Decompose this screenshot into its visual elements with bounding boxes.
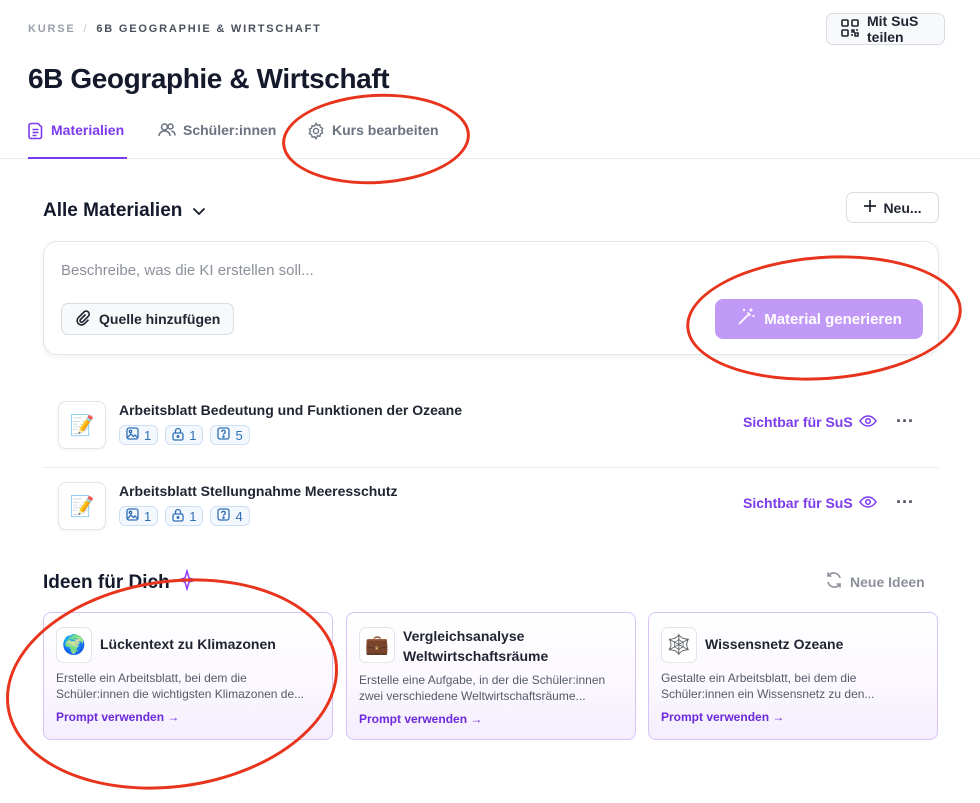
images-badge: 1	[119, 506, 159, 526]
visibility-toggle[interactable]: Sichtbar für SuS	[743, 495, 877, 511]
new-material-button[interactable]: Neu...	[846, 192, 939, 223]
question-icon	[217, 508, 231, 524]
use-prompt-link[interactable]: Prompt verwenden →	[56, 710, 179, 724]
materials-filter-dropdown[interactable]: Alle Materialien	[43, 200, 206, 222]
tab-students[interactable]: Schüler:innen	[158, 122, 276, 159]
idea-description-line: Erstelle eine Aufgabe, in der die Schüle…	[359, 673, 606, 687]
plus-icon	[863, 199, 877, 216]
magic-wand-icon	[736, 307, 756, 331]
idea-description-line: Schüler:innen ein Wissensnetz zu den...	[661, 687, 875, 701]
idea-title: Wissensnetz Ozeane	[705, 636, 844, 652]
question-icon	[217, 427, 231, 443]
idea-description: Erstelle eine Aufgabe, in der die Schüle…	[359, 672, 629, 704]
tab-materials[interactable]: Materialien	[28, 122, 127, 159]
tab-label: Schüler:innen	[183, 122, 277, 138]
material-title[interactable]: Arbeitsblatt Bedeutung und Funktionen de…	[119, 402, 462, 418]
course-tabs: Materialien Schüler:innen Kurs bearbeite…	[0, 112, 980, 159]
tab-label: Kurs bearbeiten	[332, 122, 439, 138]
eye-icon	[858, 414, 877, 430]
locked-count: 1	[189, 508, 197, 524]
tab-edit-course[interactable]: Kurs bearbeiten	[307, 122, 439, 159]
materials-section-title: Alle Materialien	[43, 200, 183, 221]
visibility-label: Sichtbar für SuS	[743, 495, 853, 511]
breadcrumb: KURSE / 6B GEOGRAPHIE & WIRTSCHAFT	[28, 23, 322, 35]
material-badges: 1 1 5	[119, 425, 250, 445]
tab-label: Materialien	[51, 122, 125, 138]
more-options-icon[interactable]: ···	[896, 411, 914, 432]
generate-button-label: Material generieren	[764, 310, 902, 328]
idea-card[interactable]: 💼 Vergleichsanalyse Weltwirtschaftsräume…	[346, 612, 636, 740]
breadcrumb-current: 6B GEOGRAPHIE & WIRTSCHAFT	[96, 23, 322, 35]
new-button-label: Neu...	[883, 199, 922, 216]
idea-description-line: Schüler:innen die wichtigsten Klimazonen…	[56, 687, 305, 701]
idea-title: Vergleichsanalyse Weltwirtschaftsräume	[403, 626, 548, 666]
breadcrumb-separator: /	[83, 23, 89, 35]
questions-count: 4	[235, 508, 243, 524]
questions-count: 5	[235, 427, 243, 443]
idea-title: Lückentext zu Klimazonen	[100, 636, 276, 652]
questions-badge: 5	[210, 425, 250, 445]
new-ideas-button[interactable]: Neue Ideen	[824, 570, 925, 593]
visibility-toggle[interactable]: Sichtbar für SuS	[743, 414, 877, 430]
idea-description-line: Erstelle ein Arbeitsblatt, bei dem die	[56, 671, 247, 685]
share-with-students-button[interactable]: Mit SuS teilen	[826, 13, 945, 45]
globe-icon: 🌍	[56, 627, 92, 663]
images-badge: 1	[119, 425, 159, 445]
users-icon	[158, 122, 176, 141]
lock-icon	[172, 427, 184, 444]
use-prompt-link[interactable]: Prompt verwenden →	[661, 710, 784, 724]
material-title[interactable]: Arbeitsblatt Stellungnahme Meeresschutz	[119, 483, 398, 499]
memo-icon: 📝	[58, 482, 106, 530]
idea-title-line: Weltwirtschaftsräume	[403, 648, 549, 664]
chevron-down-icon	[192, 200, 206, 222]
document-icon	[28, 122, 44, 143]
ideas-title-text: Ideen für Dich	[43, 572, 170, 593]
briefcase-icon: 💼	[359, 627, 395, 663]
idea-description: Erstelle ein Arbeitsblatt, bei dem die S…	[56, 670, 326, 702]
image-icon	[126, 427, 139, 443]
image-icon	[126, 508, 139, 524]
paperclip-icon	[75, 309, 91, 329]
idea-card[interactable]: 🌍 Lückentext zu Klimazonen Erstelle ein …	[43, 612, 333, 740]
idea-description: Gestalte ein Arbeitsblatt, bei dem die S…	[661, 670, 931, 702]
spider-web-icon: 🕸️	[661, 627, 697, 663]
idea-description-line: Gestalte ein Arbeitsblatt, bei dem die	[661, 671, 857, 685]
more-options-icon[interactable]: ···	[896, 492, 914, 513]
eye-icon	[858, 495, 877, 511]
material-row[interactable]: 📝 Arbeitsblatt Bedeutung und Funktionen …	[43, 388, 939, 468]
page-title: 6B Geographie & Wirtschaft	[28, 63, 390, 94]
use-prompt-link[interactable]: Prompt verwenden →	[359, 712, 482, 726]
idea-title-line: Vergleichsanalyse	[403, 628, 525, 644]
generate-material-button[interactable]: Material generieren	[715, 299, 923, 339]
new-ideas-label: Neue Ideen	[850, 573, 925, 590]
locked-count: 1	[189, 427, 197, 443]
questions-badge: 4	[210, 506, 250, 526]
add-source-label: Quelle hinzufügen	[99, 311, 221, 327]
ai-prompt-box: Beschreibe, was die KI erstellen soll...…	[43, 241, 939, 355]
lock-icon	[172, 508, 184, 525]
ideas-section-title: Ideen für Dich	[43, 568, 199, 597]
idea-description-line: zwei verschiedene Weltwirtschaftsräume..…	[359, 689, 586, 703]
material-badges: 1 1 4	[119, 506, 250, 526]
qr-code-icon	[840, 18, 860, 41]
refresh-icon	[824, 570, 844, 593]
memo-icon: 📝	[58, 401, 106, 449]
breadcrumb-root[interactable]: KURSE	[28, 23, 76, 35]
gear-icon	[307, 122, 325, 143]
idea-card[interactable]: 🕸️ Wissensnetz Ozeane Gestalte ein Arbei…	[648, 612, 938, 740]
material-row[interactable]: 📝 Arbeitsblatt Stellungnahme Meeresschut…	[43, 469, 939, 549]
locked-badge: 1	[165, 425, 204, 445]
images-count: 1	[144, 427, 152, 443]
ai-prompt-input[interactable]: Beschreibe, was die KI erstellen soll...	[61, 262, 314, 279]
locked-badge: 1	[165, 506, 204, 526]
add-source-button[interactable]: Quelle hinzufügen	[61, 303, 234, 335]
sparkle-icon	[174, 568, 199, 597]
visibility-label: Sichtbar für SuS	[743, 414, 853, 430]
images-count: 1	[144, 508, 152, 524]
share-button-label: Mit SuS teilen	[867, 13, 919, 45]
